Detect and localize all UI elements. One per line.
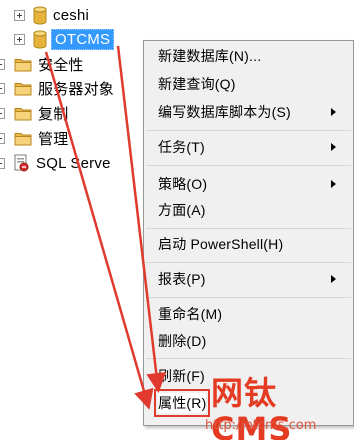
menu-item-label: 刷新(F) <box>158 368 205 384</box>
tree-node-label: 服务器对象 <box>38 80 115 98</box>
expand-icon[interactable] <box>0 58 5 70</box>
folder-icon <box>14 132 32 145</box>
menu-item-policies[interactable]: 策略(O) <box>158 172 353 196</box>
tree-node-ceshi[interactable]: ceshi <box>14 3 89 27</box>
menu-item-rename[interactable]: 重命名(M) <box>158 302 353 326</box>
menu-item-new-query[interactable]: 新建查询(Q) <box>158 72 353 96</box>
menu-item-label: 删除(D) <box>158 333 207 349</box>
submenu-arrow-icon <box>331 275 336 283</box>
tree-node-label: OTCMS <box>51 28 115 50</box>
menu-separator <box>146 228 351 229</box>
expand-icon[interactable] <box>14 9 25 21</box>
menu-item-label: 报表(P) <box>158 271 206 287</box>
tree-node-label: ceshi <box>53 6 90 24</box>
expand-icon[interactable] <box>0 157 5 169</box>
tree-node-otcms[interactable]: OTCMS <box>14 27 115 51</box>
tree-node-server-objects[interactable]: 服务器对象 <box>0 76 114 100</box>
menu-item-label: 方面(A) <box>158 202 206 218</box>
menu-item-delete[interactable]: 删除(D) <box>158 329 353 353</box>
expand-icon[interactable] <box>14 33 25 45</box>
tree-node-label: 管理 <box>38 130 69 148</box>
menu-item-label: 属性(R) <box>153 389 211 417</box>
menu-separator <box>146 297 351 298</box>
menu-separator <box>146 130 351 131</box>
menu-item-label: 启动 PowerShell(H) <box>158 236 284 252</box>
tree-node-label: SQL Serve <box>36 154 111 172</box>
menu-item-new-database[interactable]: 新建数据库(N)... <box>158 44 353 68</box>
submenu-arrow-icon <box>331 108 336 116</box>
tree-node-security[interactable]: 安全性 <box>0 52 84 76</box>
tree-node-replication[interactable]: 复制 <box>0 101 68 125</box>
tree-node-sql-server-agent[interactable]: SQL Serve <box>0 151 111 175</box>
menu-item-facets[interactable]: 方面(A) <box>158 198 353 222</box>
menu-item-reports[interactable]: 报表(P) <box>158 267 353 291</box>
submenu-arrow-icon <box>331 180 336 188</box>
context-menu: 新建数据库(N)... 新建查询(Q) 编写数据库脚本为(S) 任务(T) 策略… <box>143 40 354 426</box>
menu-item-label: 重命名(M) <box>158 306 223 322</box>
watermark-url: http://otcms.com <box>205 418 317 433</box>
tree-node-management[interactable]: 管理 <box>0 126 68 150</box>
submenu-arrow-icon <box>331 143 336 151</box>
expand-icon[interactable] <box>0 132 5 144</box>
menu-item-label: 编写数据库脚本为(S) <box>158 104 291 120</box>
menu-item-label: 新建查询(Q) <box>158 76 236 92</box>
tree-node-label: 复制 <box>38 105 69 123</box>
menu-separator <box>146 358 351 359</box>
folder-icon <box>14 82 32 95</box>
tree-node-label: 安全性 <box>38 56 84 74</box>
folder-icon <box>14 58 32 71</box>
menu-item-label: 新建数据库(N)... <box>158 48 262 64</box>
database-icon <box>33 30 47 48</box>
menu-item-label: 策略(O) <box>158 176 208 192</box>
menu-item-start-powershell[interactable]: 启动 PowerShell(H) <box>158 232 353 256</box>
menu-separator <box>146 165 351 166</box>
menu-item-label: 任务(T) <box>158 139 205 155</box>
expand-icon[interactable] <box>0 107 5 119</box>
database-icon <box>33 6 47 24</box>
sql-agent-icon <box>14 154 29 172</box>
expand-icon[interactable] <box>0 82 5 94</box>
menu-item-tasks[interactable]: 任务(T) <box>158 135 353 159</box>
menu-item-script-database-as[interactable]: 编写数据库脚本为(S) <box>158 100 353 124</box>
menu-separator <box>146 262 351 263</box>
folder-icon <box>14 107 32 120</box>
